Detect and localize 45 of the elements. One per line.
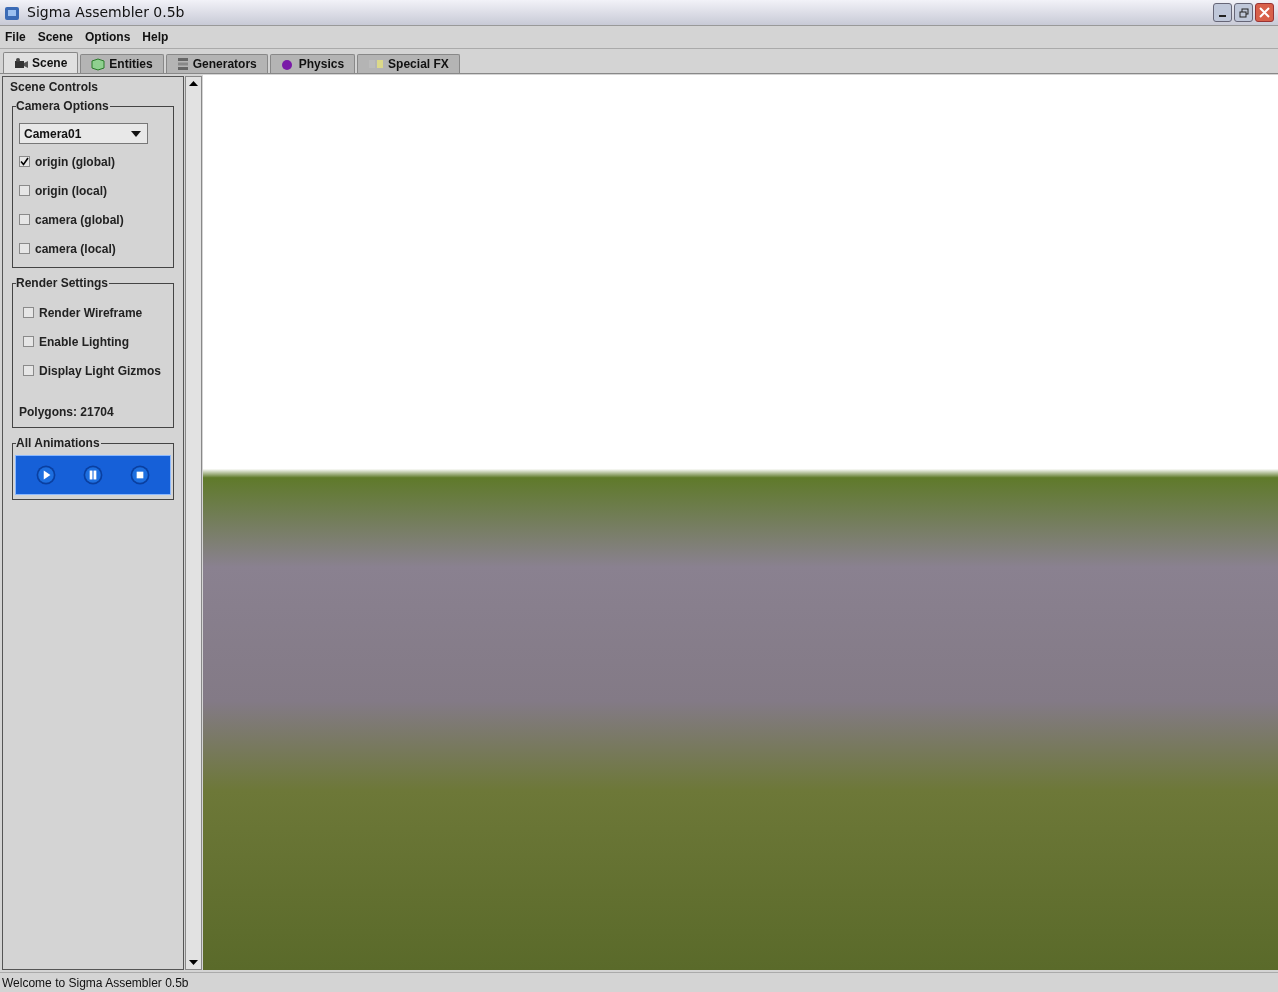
checkbox[interactable] — [23, 365, 34, 376]
app-icon — [4, 4, 20, 21]
menu-item[interactable]: Options — [85, 28, 131, 46]
cube-icon — [91, 57, 106, 71]
minimize-button[interactable] — [1213, 3, 1232, 22]
group-title: Camera Options — [16, 98, 110, 114]
status-text: Welcome to Sigma Assembler 0.5b — [2, 974, 189, 992]
tab[interactable]: Special FX — [357, 54, 460, 73]
caret-icon — [131, 130, 141, 137]
checkbox[interactable] — [19, 243, 30, 254]
group-title: Render Settings — [16, 275, 109, 291]
checkbox-label: Enable Lighting — [39, 333, 129, 351]
checkbox-label: origin (local) — [35, 182, 107, 200]
menu-item[interactable]: Scene — [37, 28, 74, 46]
checkbox-label: origin (global) — [35, 153, 115, 171]
tab[interactable]: Generators — [165, 54, 268, 73]
polygon-count: Polygons: 21704 — [19, 404, 115, 421]
checkbox[interactable] — [23, 336, 34, 347]
tab[interactable]: Scene — [3, 52, 79, 73]
restore-icon — [1238, 7, 1249, 18]
restore-button[interactable] — [1234, 3, 1253, 22]
checkbox[interactable] — [19, 185, 30, 196]
window-title: Sigma Assembler 0.5b — [27, 3, 185, 22]
menu-item[interactable]: File — [5, 28, 26, 46]
camera-dropdown[interactable]: Camera01 — [19, 123, 148, 144]
close-button[interactable] — [1255, 3, 1274, 22]
stack-icon — [176, 57, 189, 71]
menu-item[interactable]: Help — [142, 28, 169, 46]
checkbox-label: Render Wireframe — [39, 304, 143, 322]
tab[interactable]: Physics — [269, 54, 356, 73]
checkbox-label: camera (global) — [35, 211, 124, 229]
pause-button[interactable] — [83, 465, 103, 485]
stop-button[interactable] — [130, 465, 151, 485]
tab[interactable]: Entities — [80, 54, 164, 73]
sphere-icon — [280, 58, 295, 70]
minimize-icon — [1219, 15, 1226, 17]
sparkle-icon — [368, 58, 385, 70]
close-icon — [1259, 7, 1270, 18]
checkbox-label: camera (local) — [35, 240, 116, 258]
checkbox[interactable] — [19, 156, 30, 167]
play-button[interactable] — [35, 465, 56, 485]
camera-icon — [14, 57, 28, 69]
checkbox-label: Display Light Gizmos — [39, 362, 161, 380]
checkbox[interactable] — [19, 214, 30, 225]
checkbox[interactable] — [23, 307, 34, 318]
